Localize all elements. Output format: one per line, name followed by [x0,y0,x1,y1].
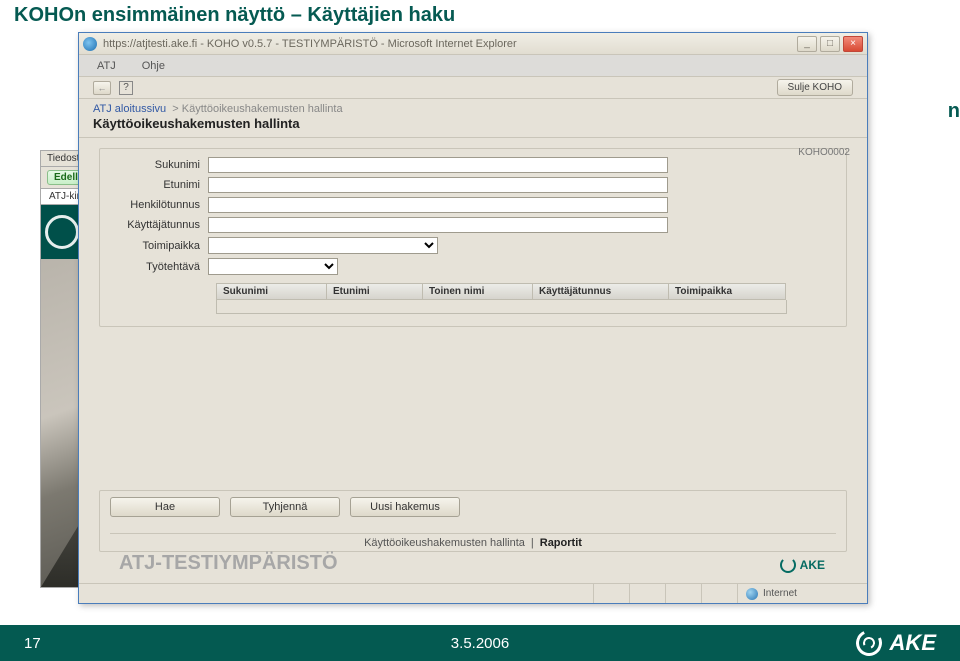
col-kayttajatunnus[interactable]: Käyttäjätunnus [532,283,668,300]
background-logo-swirl-icon [45,215,79,249]
label-sukunimi: Sukunimi [112,159,208,171]
results-grid-body [216,300,787,314]
menu-atj[interactable]: ATJ [97,60,116,72]
col-etunimi[interactable]: Etunimi [326,283,422,300]
breadcrumb-current: Käyttöoikeushakemusten hallinta [182,103,343,115]
status-empty-seg [701,584,737,603]
select-toimipaikka[interactable] [208,237,438,254]
status-zone-text: Internet [763,588,797,599]
status-bar: Internet [79,583,867,603]
section-link-hallinta[interactable]: Käyttöoikeushakemusten hallinta [364,537,525,549]
status-done-icon [79,584,93,603]
clear-button[interactable]: Tyhjennä [230,497,340,517]
status-empty-seg [629,584,665,603]
window-titlebar: https://atjtesti.ake.fi - KOHO v0.5.7 - … [79,33,867,55]
status-empty-seg [665,584,701,603]
select-tyotehtava[interactable] [208,258,338,275]
slide-footer: 17 3.5.2006 AKE [0,625,960,661]
slide-page-number: 17 [24,635,41,652]
col-toinen-nimi[interactable]: Toinen nimi [422,283,532,300]
environment-label: ATJ-TESTIYMPÄRISTÖ [99,552,358,577]
status-zone: Internet [737,584,867,603]
window-maximize-button[interactable]: □ [820,36,840,52]
app-menubar: ATJ Ohje [79,55,867,77]
window-close-button[interactable]: × [843,36,863,52]
slide-date: 3.5.2006 [451,635,509,652]
globe-icon [746,588,758,600]
label-kayttajatunnus: Käyttäjätunnus [112,219,208,231]
breadcrumb-root-link[interactable]: ATJ aloitussivu [93,103,166,115]
app-toolbar: ← ? Sulje KOHO [79,77,867,99]
col-sukunimi[interactable]: Sukunimi [216,283,326,300]
close-koho-button[interactable]: Sulje KOHO [777,79,853,96]
breadcrumb-separator: > [172,103,178,115]
ake-swirl-icon [780,557,796,573]
ie-window: https://atjtesti.ake.fi - KOHO v0.5.7 - … [78,32,868,604]
section-link-raportit[interactable]: Raportit [540,537,582,549]
slide-title: KOHOn ensimmäinen näyttö – Käyttäjien ha… [0,0,960,35]
label-henkilotunnus: Henkilötunnus [112,199,208,211]
window-minimize-button[interactable]: _ [797,36,817,52]
input-henkilotunnus[interactable] [208,197,668,213]
ie-icon [83,37,97,51]
ake-small-logo-text: AKE [800,558,825,572]
label-tyotehtava: Työtehtävä [112,261,208,273]
results-grid-header: Sukunimi Etunimi Toinen nimi Käyttäjätun… [216,283,834,300]
search-form-card: KOHO0002 Sukunimi Etunimi Henkilötunnus … [99,148,847,327]
label-toimipaikka: Toimipaikka [112,240,208,252]
nav-back-button[interactable]: ← [93,81,111,95]
col-toimipaikka[interactable]: Toimipaikka [668,283,786,300]
input-sukunimi[interactable] [208,157,668,173]
breadcrumb: ATJ aloitussivu > Käyttöoikeushakemusten… [79,99,867,116]
screen-code: KOHO0002 [798,147,850,158]
section-link-separator: | [531,537,534,549]
input-etunimi[interactable] [208,177,668,193]
menu-ohje[interactable]: Ohje [142,60,165,72]
footer-logo: AKE [856,630,936,656]
content-area: KOHO0002 Sukunimi Etunimi Henkilötunnus … [79,138,867,583]
new-application-button[interactable]: Uusi hakemus [350,497,460,517]
search-button[interactable]: Hae [110,497,220,517]
label-etunimi: Etunimi [112,179,208,191]
ake-small-logo: AKE [780,557,825,573]
footer-logo-text: AKE [890,630,936,656]
footer-swirl-icon [852,626,885,659]
page-heading: Käyttöoikeushakemusten hallinta [79,116,867,138]
truncated-text-right: n [948,100,960,123]
status-empty-seg [593,584,629,603]
action-bar: Hae Tyhjennä Uusi hakemus Käyttöoikeusha… [99,490,847,552]
help-button[interactable]: ? [119,81,133,95]
window-title: https://atjtesti.ake.fi - KOHO v0.5.7 - … [103,38,791,50]
input-kayttajatunnus[interactable] [208,217,668,233]
section-links: Käyttöoikeushakemusten hallinta | Raport… [110,533,836,549]
